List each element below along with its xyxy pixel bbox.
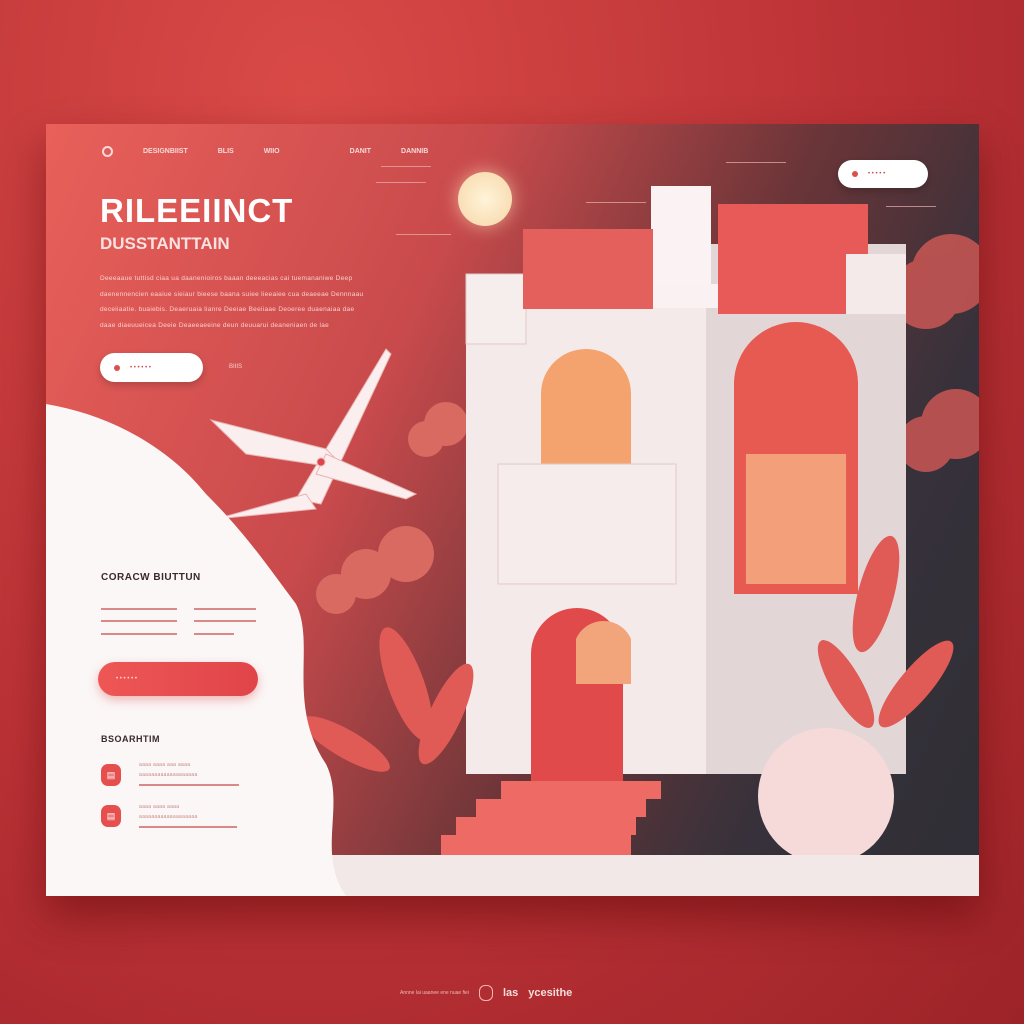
line <box>101 633 177 635</box>
brand-logo-icon <box>478 985 493 1001</box>
section-heading-1: CORACW BIUTTUN <box>101 572 201 583</box>
document-icon[interactable]: ▤ <box>101 764 121 786</box>
document-icon[interactable]: ▤ <box>101 805 121 827</box>
line <box>101 608 177 610</box>
line <box>194 633 234 635</box>
section-heading-2: BSOARHTIM <box>101 734 160 744</box>
landing-page-card: DESIGNBIIST BLIS WIIO DANIT DANNIB • • •… <box>46 124 979 896</box>
primary-button[interactable]: • • • • • • <box>98 662 258 696</box>
footer-text: Annne lai uaanee ene nuae fiei <box>400 990 469 996</box>
line <box>139 826 237 828</box>
item-line1: aaaa aaaa aaa aaaa <box>139 762 191 768</box>
line <box>194 620 256 622</box>
footer-brand-2: ycesithe <box>528 987 573 999</box>
line <box>194 608 256 610</box>
footer-brand-1: las <box>502 987 519 999</box>
primary-button-label: • • • • • • <box>116 676 137 682</box>
item-line2: aaaaaaaaaaaaaaaaaaa <box>139 772 198 778</box>
item-line2: aaaaaaaaaaaaaaaaaaa <box>139 814 198 820</box>
item-line1: aaaa aaaa aaaa <box>139 804 180 810</box>
line <box>101 620 177 622</box>
footer: Annne lai uaanee ene nuae fiei las ycesi… <box>400 985 572 1001</box>
line <box>139 784 239 786</box>
white-wave-shape <box>46 404 346 896</box>
